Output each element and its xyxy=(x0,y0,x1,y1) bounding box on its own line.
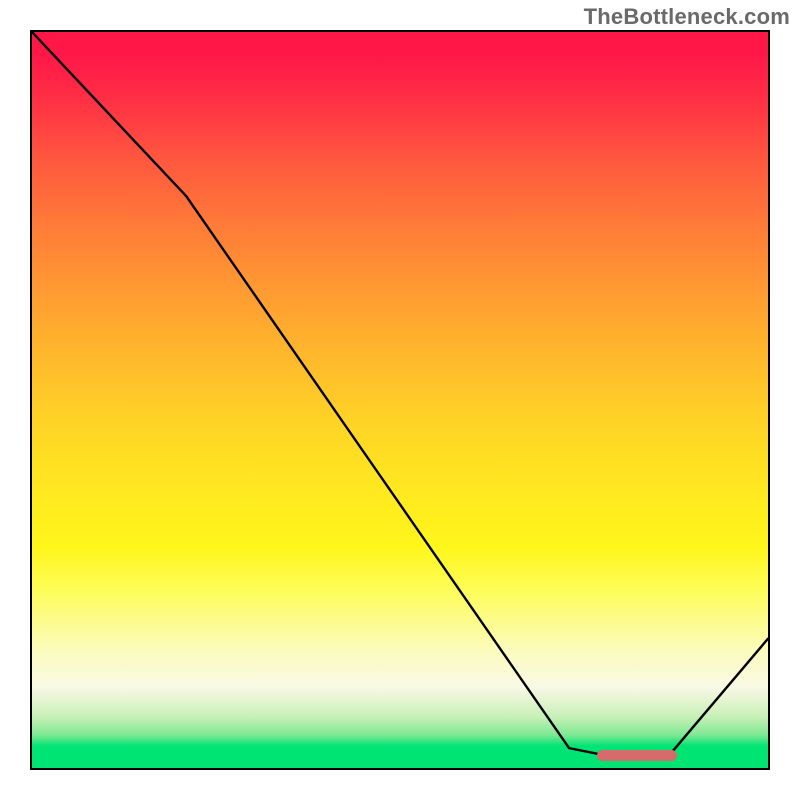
bottleneck-curve xyxy=(32,32,768,768)
watermark-text: TheBottleneck.com xyxy=(584,4,790,30)
optimal-range-marker xyxy=(597,750,677,761)
chart-frame xyxy=(30,30,770,770)
curve-path xyxy=(32,32,768,756)
